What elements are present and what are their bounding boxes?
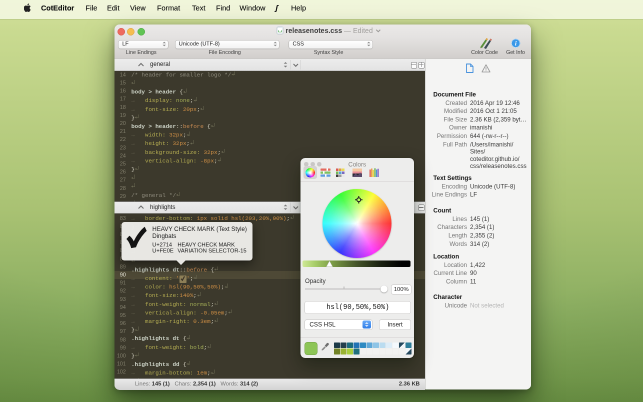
- svg-text:i: i: [515, 41, 517, 48]
